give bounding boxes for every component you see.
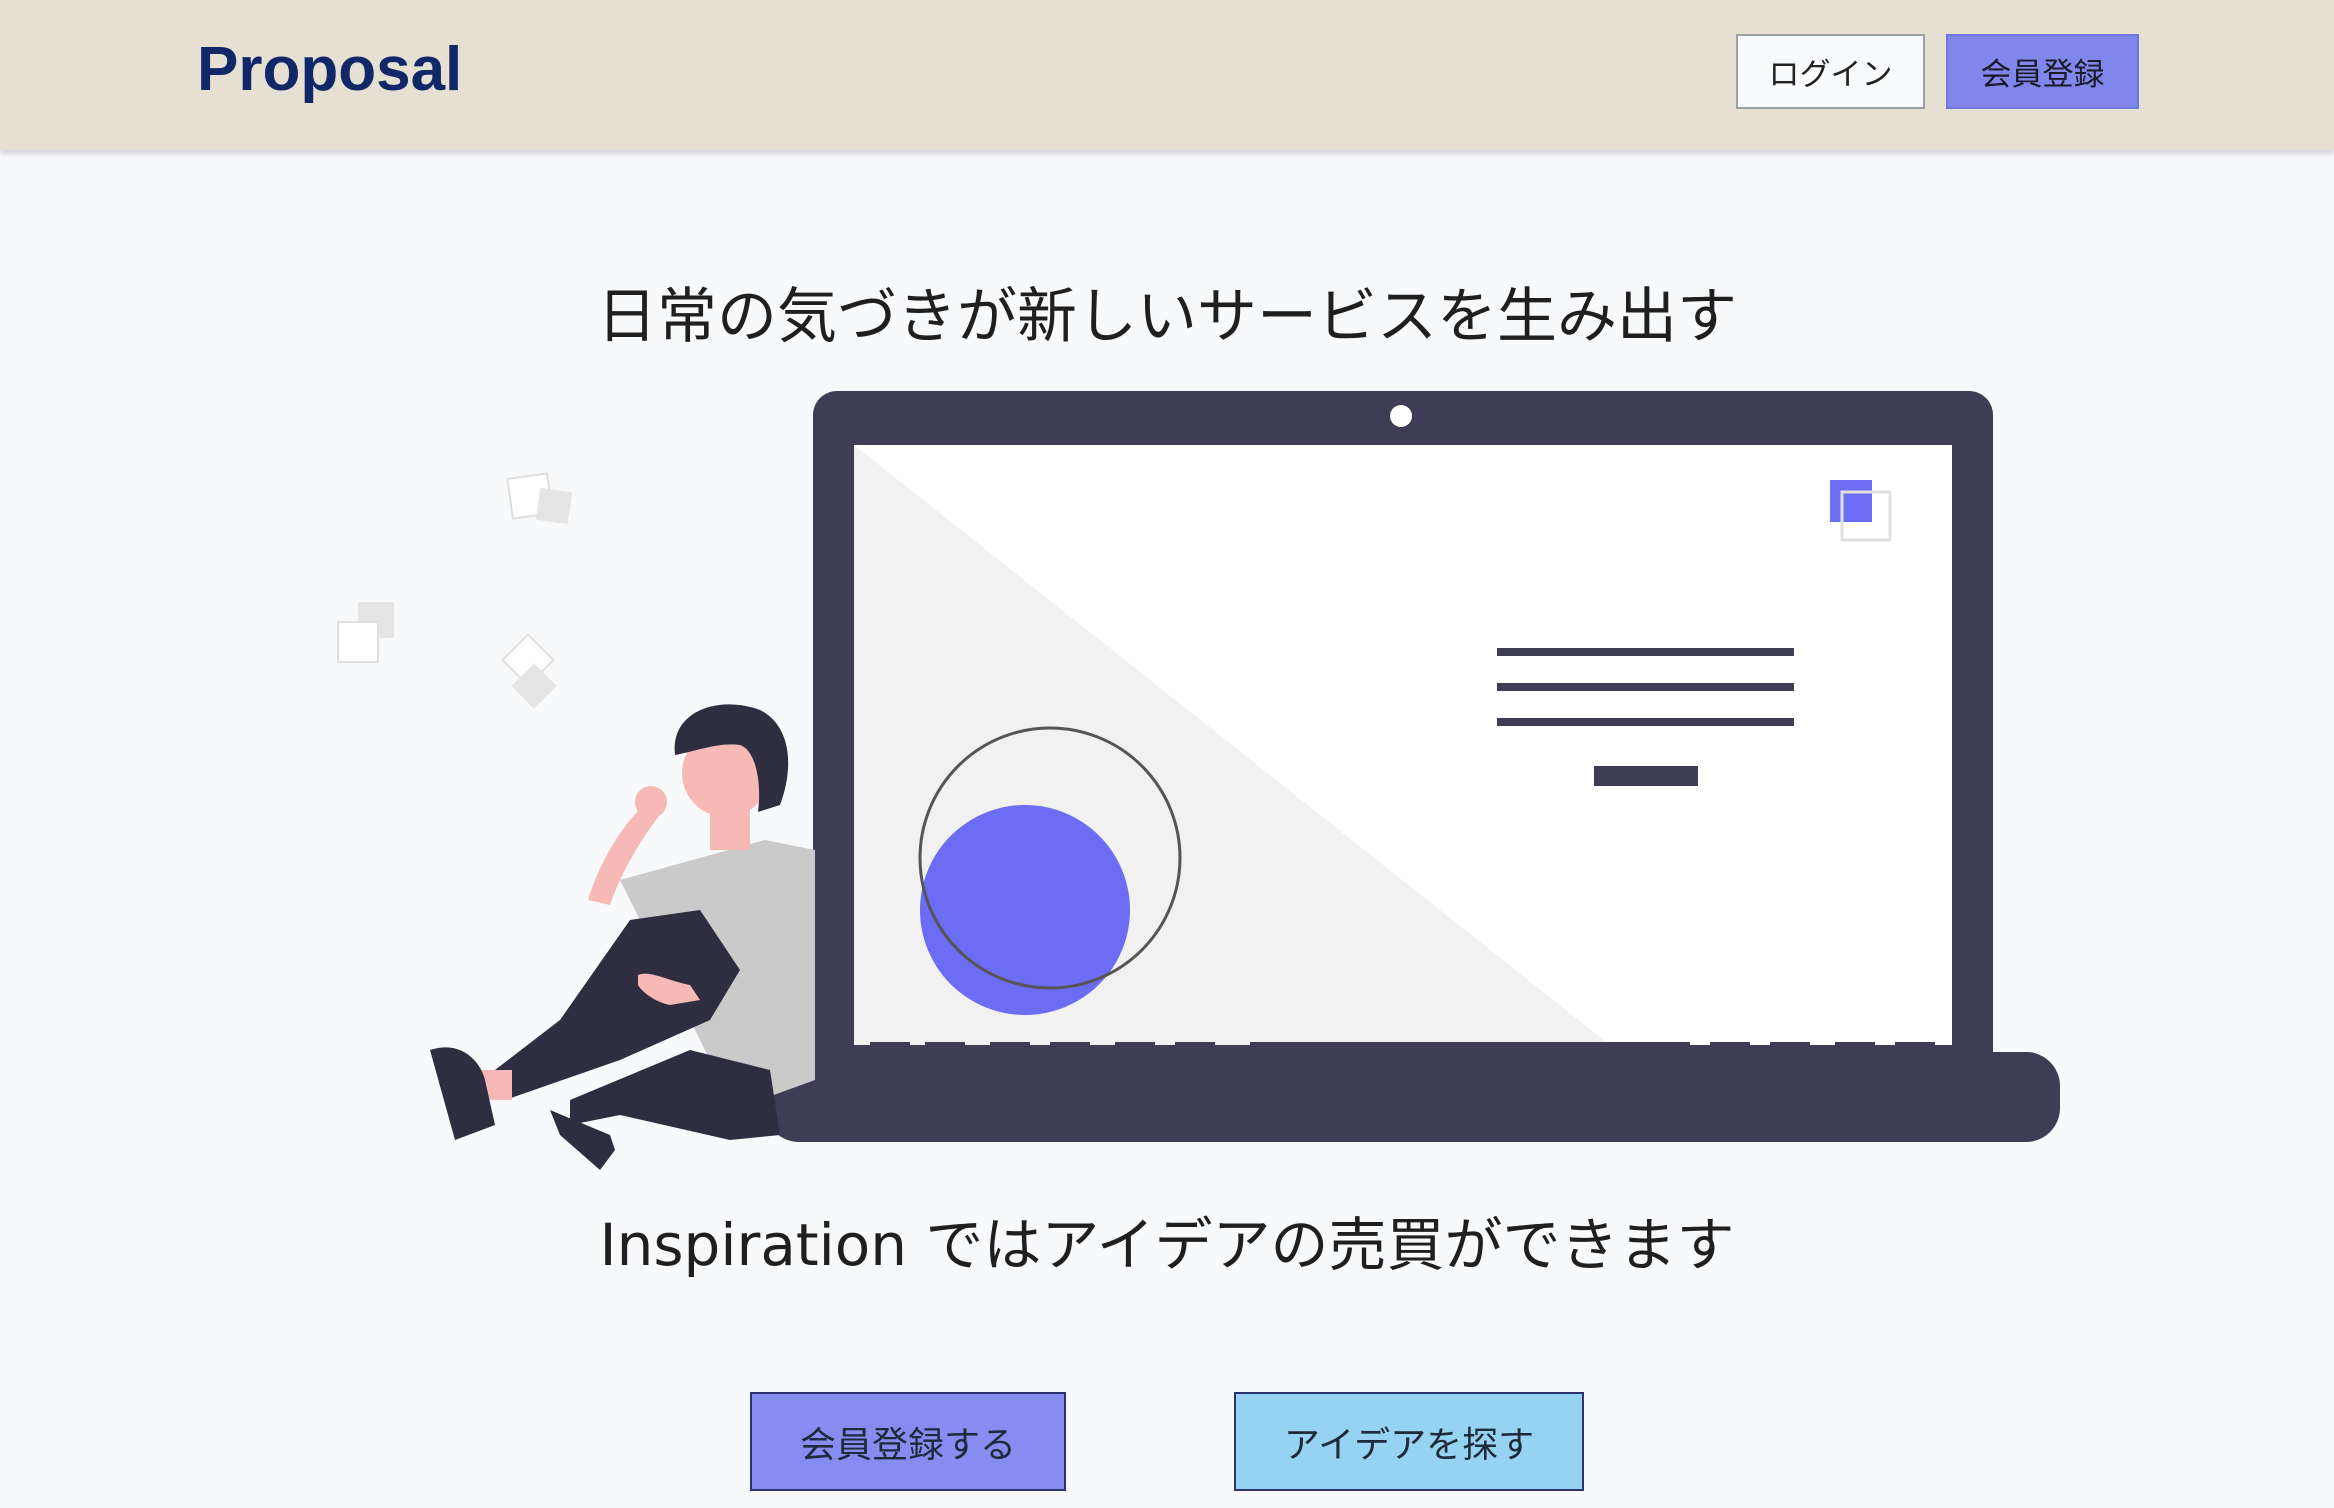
- find-ideas-button[interactable]: アイデアを探す: [1234, 1392, 1584, 1491]
- laptop: [765, 391, 2060, 1142]
- login-button[interactable]: ログイン: [1736, 34, 1925, 109]
- floating-squares: [337, 472, 573, 709]
- person-figure: [430, 704, 815, 1170]
- signup-cta-button[interactable]: 会員登録する: [750, 1392, 1066, 1491]
- logo[interactable]: Proposal: [197, 34, 462, 105]
- site-header: Proposal ログイン 会員登録: [0, 0, 2334, 150]
- hero-tagline: 日常の気づきが新しいサービスを生み出す: [597, 282, 1737, 352]
- hero-illustration: [337, 391, 2060, 1170]
- register-button[interactable]: 会員登録: [1946, 34, 2139, 109]
- hero-subline: Inspiration ではアイデアの売買ができます: [599, 1211, 1735, 1279]
